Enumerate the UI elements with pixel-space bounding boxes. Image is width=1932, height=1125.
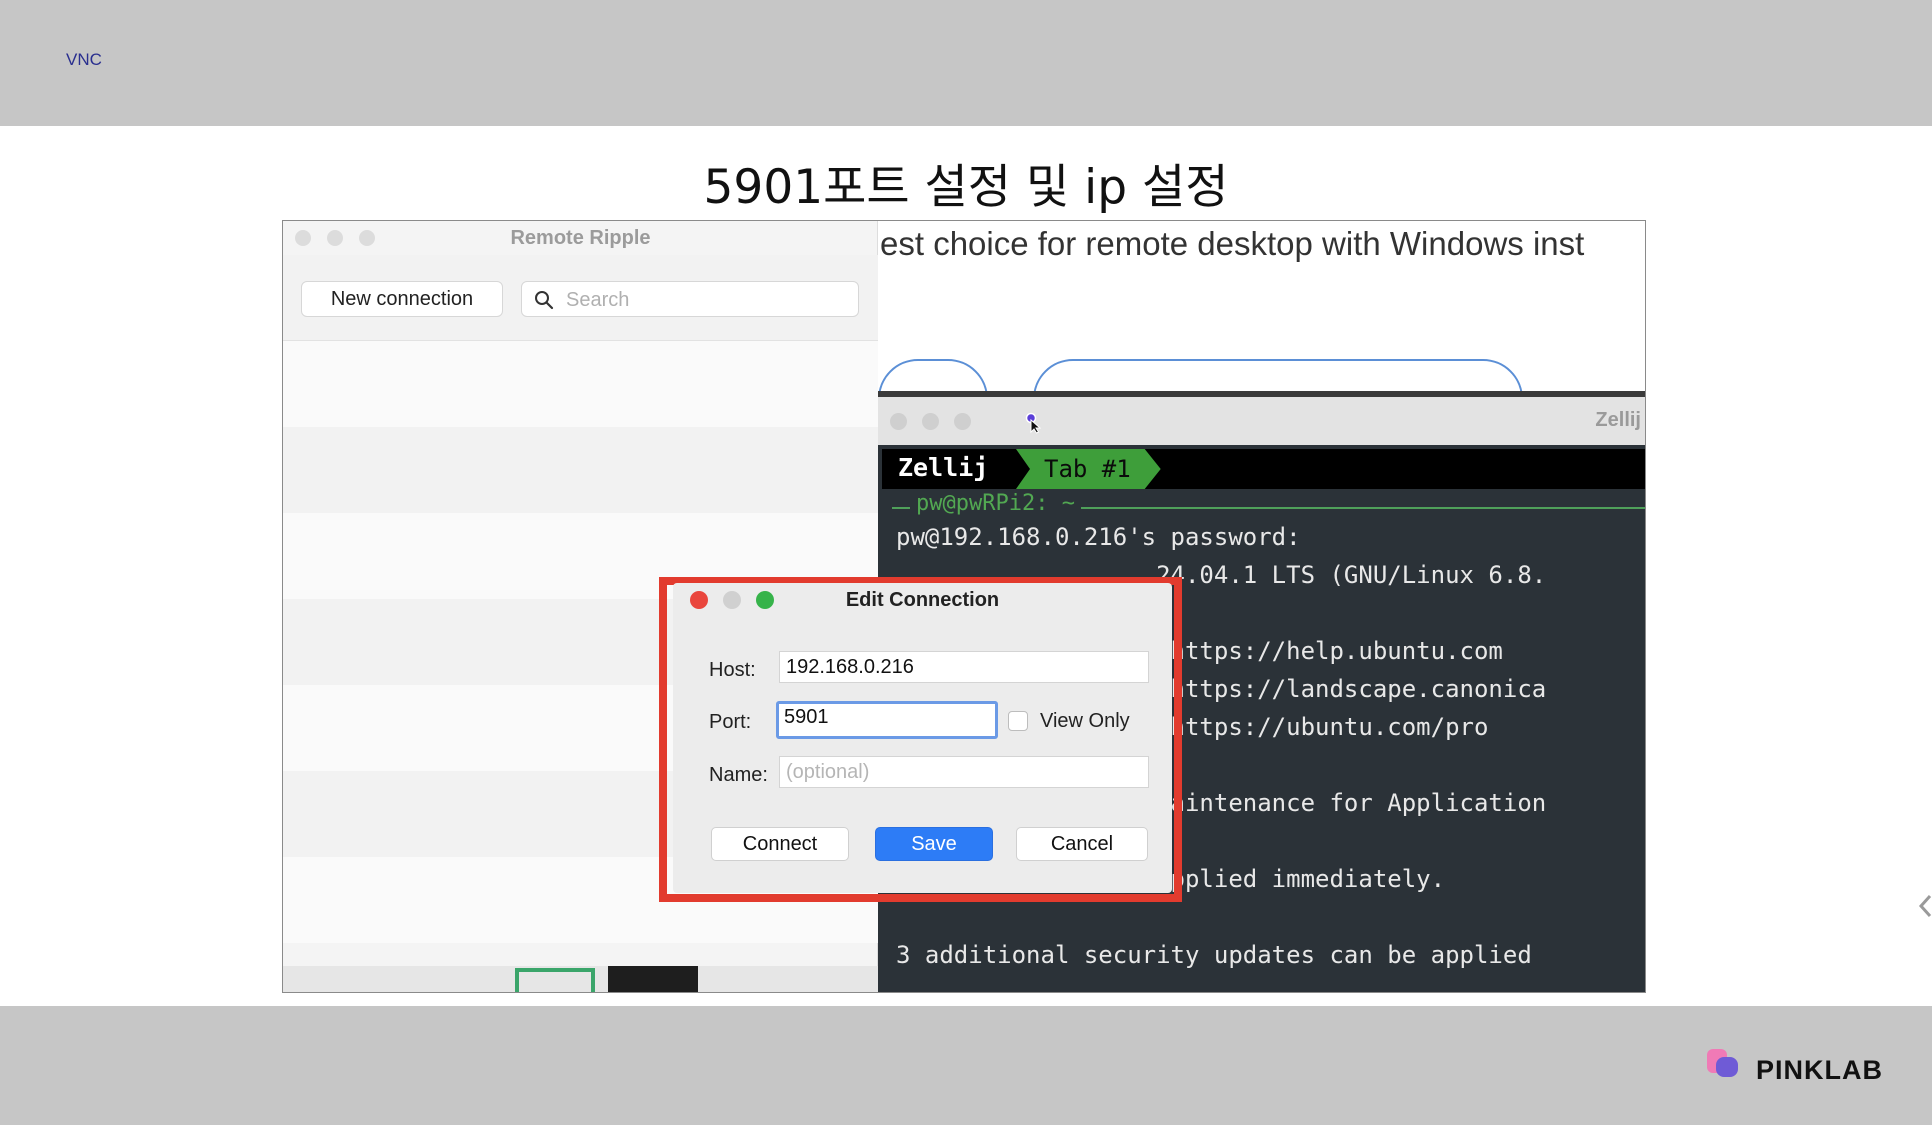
list-row[interactable] bbox=[283, 341, 878, 427]
top-bar: VNC bbox=[0, 0, 1932, 126]
window-title: Zellij bbox=[1595, 409, 1641, 431]
view-only-label[interactable]: View Only bbox=[1040, 710, 1130, 733]
search-placeholder: Search bbox=[566, 289, 630, 311]
terminal-line: 3 additional security updates can be app… bbox=[896, 941, 1532, 969]
search-icon bbox=[535, 291, 554, 310]
terminal-line: pw@192.168.0.216's password: bbox=[896, 523, 1301, 551]
save-button[interactable]: Save bbox=[875, 827, 993, 861]
bottom-bar bbox=[0, 1006, 1932, 1125]
name-label: Name: bbox=[709, 764, 768, 786]
zoom-button[interactable] bbox=[954, 413, 971, 430]
background-slide-text: est choice for remote desktop with Windo… bbox=[880, 225, 1585, 262]
zellij-tab-bar: Zellij Tab #1 bbox=[882, 449, 1645, 489]
new-connection-button[interactable]: New connection bbox=[301, 281, 503, 317]
name-field[interactable]: (optional) bbox=[779, 756, 1149, 788]
list-row[interactable] bbox=[283, 427, 878, 513]
remote-ripple-toolbar: New connection Search bbox=[283, 255, 878, 341]
pinklab-brand: PINKLAB bbox=[1756, 1055, 1883, 1085]
zellij-titlebar[interactable]: Zellij bbox=[878, 397, 1645, 445]
close-button[interactable] bbox=[890, 413, 907, 430]
search-input[interactable]: Search bbox=[521, 281, 859, 317]
edit-connection-dialog: Edit Connection Host: 192.168.0.216 Port… bbox=[673, 583, 1172, 893]
zellij-app-label: Zellij bbox=[898, 453, 989, 482]
dialog-title: Edit Connection bbox=[845, 589, 1000, 611]
port-field[interactable]: 5901 bbox=[776, 701, 998, 739]
slide-title: 5901포트 설정 및 ip 설정 bbox=[703, 160, 1229, 215]
chevron-left-icon[interactable] bbox=[1918, 894, 1932, 918]
minimize-button[interactable] bbox=[922, 413, 939, 430]
view-only-checkbox[interactable] bbox=[1008, 711, 1028, 731]
background-logo-mark bbox=[608, 966, 698, 992]
port-label: Port: bbox=[709, 711, 752, 733]
connect-button[interactable]: Connect bbox=[711, 827, 849, 861]
background-logo-mark bbox=[515, 968, 595, 992]
vnc-label: VNC bbox=[66, 50, 102, 69]
remote-ripple-titlebar[interactable]: Remote Ripple bbox=[283, 221, 878, 255]
cancel-button[interactable]: Cancel bbox=[1016, 827, 1148, 861]
window-title: Remote Ripple bbox=[510, 227, 651, 249]
pinklab-logo-icon bbox=[1707, 1049, 1738, 1077]
host-field[interactable]: 192.168.0.216 bbox=[779, 651, 1149, 683]
background-logo-strip bbox=[283, 966, 878, 992]
pane-title: pw@pwRPi2: ~ bbox=[910, 491, 1081, 516]
tab-1[interactable]: Tab #1 bbox=[1016, 449, 1161, 489]
host-label: Host: bbox=[709, 659, 756, 681]
mouse-cursor-icon bbox=[1025, 412, 1041, 434]
